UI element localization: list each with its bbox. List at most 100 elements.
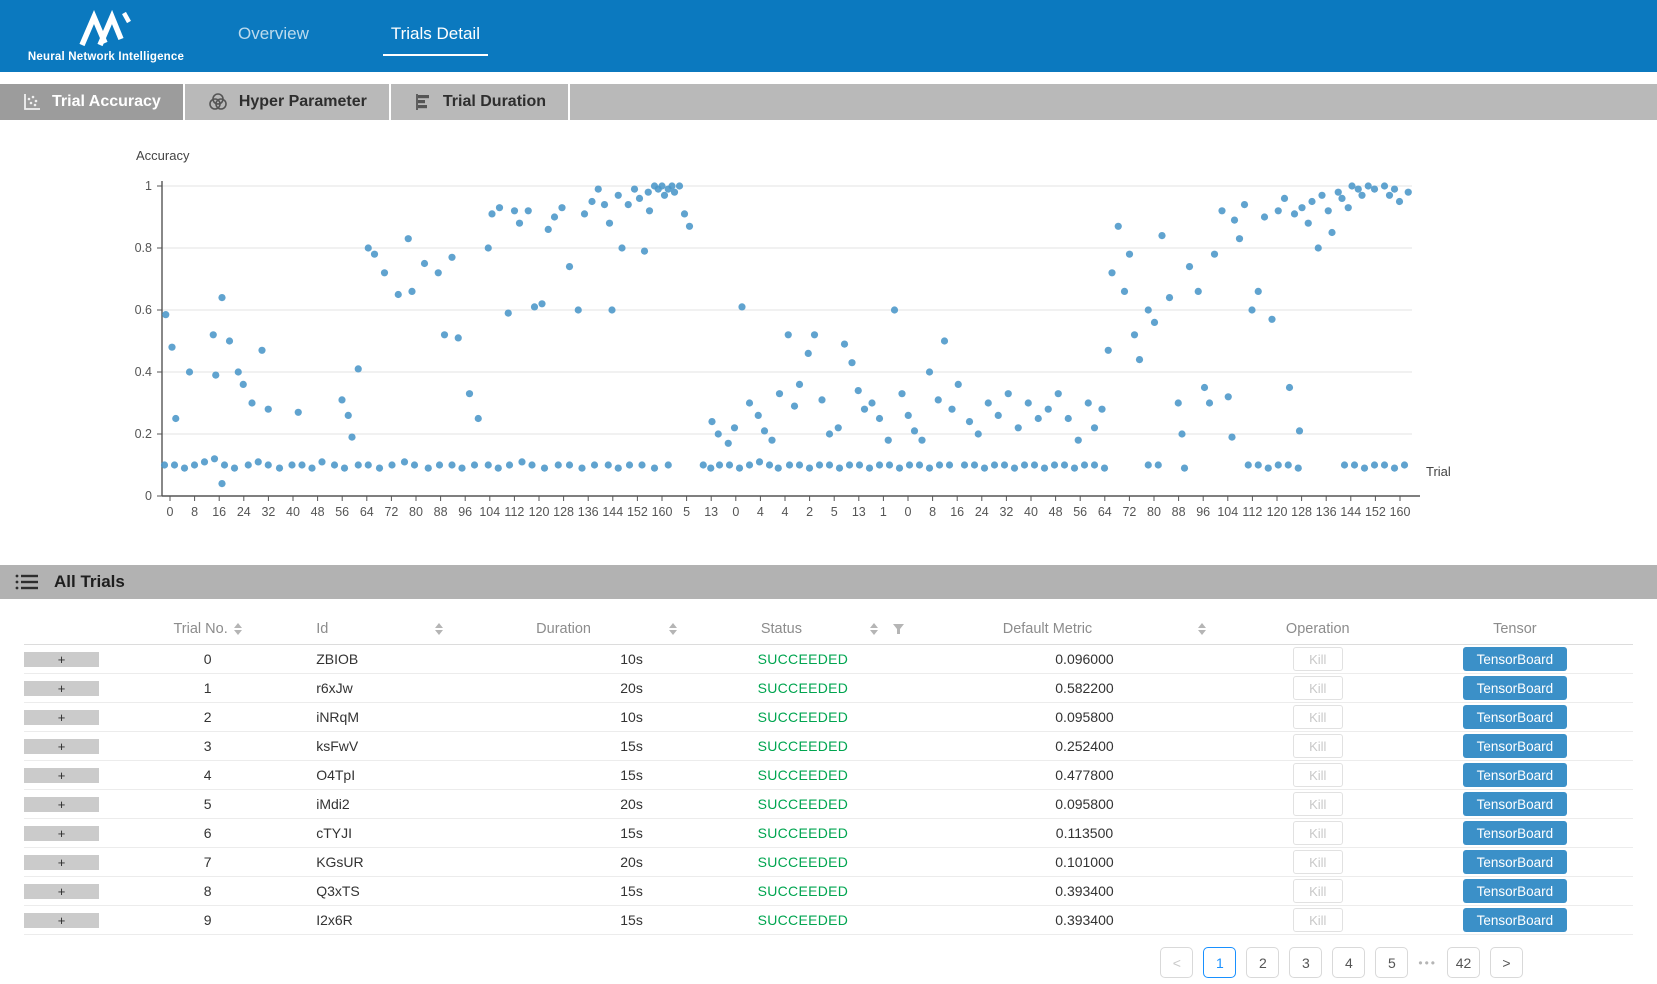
kill-button[interactable]: Kill xyxy=(1293,705,1343,729)
page-number-button[interactable]: 4 xyxy=(1332,947,1365,978)
kill-button[interactable]: Kill xyxy=(1293,763,1343,787)
tensorboard-button[interactable]: TensorBoard xyxy=(1463,734,1567,758)
pagination: <12345 ••• 42 > xyxy=(0,947,1523,978)
expand-row-button[interactable]: + xyxy=(24,913,99,928)
expand-row-button[interactable]: + xyxy=(24,681,99,696)
subtab-hyper-parameter[interactable]: Hyper Parameter xyxy=(185,84,391,120)
sort-icon[interactable] xyxy=(435,623,443,635)
trial-no-value: 0 xyxy=(99,645,316,673)
expand-row-button[interactable]: + xyxy=(24,768,99,783)
tensorboard-button[interactable]: TensorBoard xyxy=(1463,908,1567,932)
expand-row-button[interactable]: + xyxy=(24,652,99,667)
svg-text:2: 2 xyxy=(806,505,813,519)
status-badge: SUCCEEDED xyxy=(670,790,935,818)
metric-value: 0.095800 xyxy=(936,703,1234,731)
filter-icon[interactable] xyxy=(892,623,905,635)
sort-icon[interactable] xyxy=(1198,623,1206,635)
tensorboard-button[interactable]: TensorBoard xyxy=(1463,821,1567,845)
expand-row-button[interactable]: + xyxy=(24,826,99,841)
svg-text:24: 24 xyxy=(237,505,251,519)
duration-value: 20s xyxy=(453,790,670,818)
svg-text:96: 96 xyxy=(458,505,472,519)
tensorboard-button[interactable]: TensorBoard xyxy=(1463,850,1567,874)
metric-value: 0.113500 xyxy=(936,819,1234,847)
trial-no-value: 5 xyxy=(99,790,316,818)
tensorboard-button[interactable]: TensorBoard xyxy=(1463,879,1567,903)
subtab-label: Trial Accuracy xyxy=(52,93,161,111)
kill-button[interactable]: Kill xyxy=(1293,850,1343,874)
kill-button[interactable]: Kill xyxy=(1293,647,1343,671)
table-row: +0ZBIOB10sSUCCEEDED0.096000KillTensorBoa… xyxy=(24,645,1633,674)
svg-text:5: 5 xyxy=(831,505,838,519)
top-header: Neural Network Intelligence Overview Tri… xyxy=(0,0,1657,72)
col-duration[interactable]: Duration xyxy=(453,621,670,637)
svg-text:16: 16 xyxy=(950,505,964,519)
page-number-button[interactable]: 1 xyxy=(1203,947,1236,978)
kill-button[interactable]: Kill xyxy=(1293,676,1343,700)
tensorboard-button[interactable]: TensorBoard xyxy=(1463,647,1567,671)
col-trial-no[interactable]: Trial No. xyxy=(99,621,316,637)
trials-table: Trial No. Id Duration Status Default Met… xyxy=(24,613,1633,935)
svg-text:152: 152 xyxy=(1365,505,1386,519)
scatter-plot-canvas[interactable]: Accuracy10.80.60.40.20081624324048566472… xyxy=(0,140,1657,540)
sort-icon[interactable] xyxy=(234,623,242,635)
page-number-button[interactable]: 3 xyxy=(1289,947,1322,978)
tab-overview[interactable]: Overview xyxy=(236,18,311,54)
trial-id-value: ksFwV xyxy=(316,732,453,760)
status-badge: SUCCEEDED xyxy=(670,732,935,760)
kill-button[interactable]: Kill xyxy=(1293,734,1343,758)
page-next-button[interactable]: > xyxy=(1490,947,1523,978)
svg-text:160: 160 xyxy=(652,505,673,519)
trial-id-value: r6xJw xyxy=(316,674,453,702)
subtab-trial-duration[interactable]: Trial Duration xyxy=(391,84,570,120)
svg-text:72: 72 xyxy=(384,505,398,519)
page-last-button[interactable]: 42 xyxy=(1447,947,1480,978)
page-number-button[interactable]: 2 xyxy=(1246,947,1279,978)
tensorboard-button[interactable]: TensorBoard xyxy=(1463,763,1567,787)
expand-row-button[interactable]: + xyxy=(24,884,99,899)
subtab-trial-accuracy[interactable]: Trial Accuracy xyxy=(0,84,185,120)
tab-trials-detail[interactable]: Trials Detail xyxy=(389,18,482,54)
kill-button[interactable]: Kill xyxy=(1293,879,1343,903)
kill-button[interactable]: Kill xyxy=(1293,821,1343,845)
svg-text:104: 104 xyxy=(479,505,500,519)
metric-value: 0.096000 xyxy=(936,645,1234,673)
col-status[interactable]: Status xyxy=(670,621,935,637)
col-id[interactable]: Id xyxy=(316,621,453,637)
sort-icon[interactable] xyxy=(870,623,878,635)
status-badge: SUCCEEDED xyxy=(670,848,935,876)
col-label: Operation xyxy=(1286,621,1350,637)
svg-text:56: 56 xyxy=(1073,505,1087,519)
svg-text:4: 4 xyxy=(757,505,764,519)
svg-text:96: 96 xyxy=(1196,505,1210,519)
expand-row-button[interactable]: + xyxy=(24,855,99,870)
kill-button[interactable]: Kill xyxy=(1293,908,1343,932)
tensorboard-button[interactable]: TensorBoard xyxy=(1463,705,1567,729)
page-prev-button[interactable]: < xyxy=(1160,947,1193,978)
svg-text:144: 144 xyxy=(1340,505,1361,519)
trial-no-value: 1 xyxy=(99,674,316,702)
svg-text:0.8: 0.8 xyxy=(135,241,152,255)
trial-id-value: iNRqM xyxy=(316,703,453,731)
expand-row-button[interactable]: + xyxy=(24,739,99,754)
trial-no-value: 6 xyxy=(99,819,316,847)
tensorboard-button[interactable]: TensorBoard xyxy=(1463,676,1567,700)
expand-row-button[interactable]: + xyxy=(24,710,99,725)
metric-value: 0.393400 xyxy=(936,906,1234,934)
col-default-metric[interactable]: Default Metric xyxy=(936,621,1234,637)
duration-value: 15s xyxy=(453,906,670,934)
kill-button[interactable]: Kill xyxy=(1293,792,1343,816)
metric-value: 0.095800 xyxy=(936,790,1234,818)
svg-text:16: 16 xyxy=(212,505,226,519)
status-badge: SUCCEEDED xyxy=(670,761,935,789)
tensorboard-button[interactable]: TensorBoard xyxy=(1463,792,1567,816)
table-row: +4O4TpI15sSUCCEEDED0.477800KillTensorBoa… xyxy=(24,761,1633,790)
duration-value: 15s xyxy=(453,819,670,847)
svg-text:40: 40 xyxy=(286,505,300,519)
page-number-button[interactable]: 5 xyxy=(1375,947,1408,978)
expand-row-button[interactable]: + xyxy=(24,797,99,812)
col-label: Trial No. xyxy=(173,621,227,637)
svg-text:40: 40 xyxy=(1024,505,1038,519)
page-ellipsis[interactable]: ••• xyxy=(1418,956,1437,970)
svg-text:0: 0 xyxy=(732,505,739,519)
